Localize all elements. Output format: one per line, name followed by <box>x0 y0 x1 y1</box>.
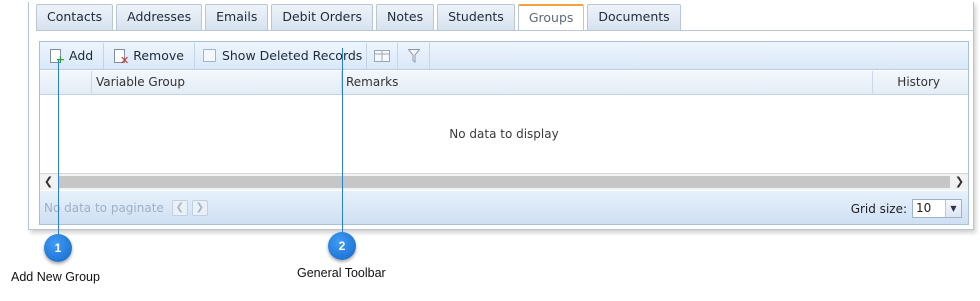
tab-documents[interactable]: Documents <box>587 4 681 30</box>
add-document-icon: + <box>48 48 65 65</box>
general-toolbar: + Add ✕ Remove Show Deleted Records <box>40 42 968 70</box>
column-header-history[interactable]: History <box>873 71 968 95</box>
grid-size-label: Grid size: <box>850 201 907 216</box>
dropdown-arrow-icon[interactable]: ▼ <box>945 200 961 217</box>
grid-size-control: Grid size: 10 ▼ <box>851 199 962 218</box>
callout-label-general-toolbar: General Toolbar <box>297 266 386 280</box>
grid-size-value: 10 <box>916 201 932 215</box>
add-button-label: Add <box>69 48 94 63</box>
show-deleted-records-toggle[interactable]: Show Deleted Records <box>195 43 366 69</box>
tab-strip: Contacts Addresses Emails Debit Orders N… <box>36 4 684 31</box>
tab-addresses[interactable]: Addresses <box>116 4 203 30</box>
filter-button[interactable] <box>398 42 431 69</box>
horizontal-scrollbar[interactable]: ❮ ❯ <box>40 173 968 190</box>
tab-students[interactable]: Students <box>437 4 515 30</box>
tab-contacts[interactable]: Contacts <box>36 4 114 30</box>
groups-grid-panel: + Add ✕ Remove Show Deleted Records Vari… <box>39 41 969 225</box>
add-button[interactable]: + Add <box>40 42 105 69</box>
callout-2-pointer-line <box>342 48 343 233</box>
column-chooser-icon <box>374 49 391 62</box>
grid-header: Variable Group Remarks History <box>40 71 968 95</box>
next-page-button[interactable]: ❯ <box>191 199 208 216</box>
column-header-remarks[interactable]: Remarks <box>342 71 873 95</box>
callout-1-pointer-line <box>58 60 59 235</box>
callout-badge-1: 1 <box>44 234 72 262</box>
show-deleted-checkbox[interactable] <box>202 49 216 62</box>
callout-label-add-new-group: Add New Group <box>11 270 100 284</box>
empty-grid-message: No data to display <box>449 127 559 141</box>
previous-page-button[interactable]: ❮ <box>171 199 188 216</box>
pager-bar: No data to paginate ❮ ❯ Grid size: 10 ▼ <box>40 191 968 224</box>
remove-button-label: Remove <box>133 48 184 63</box>
tab-emails[interactable]: Emails <box>205 4 269 30</box>
filter-icon <box>407 48 420 63</box>
tab-notes[interactable]: Notes <box>375 4 435 30</box>
chevron-left-icon: ❮ <box>175 202 184 213</box>
pager-status: No data to paginate <box>44 200 164 215</box>
remove-document-icon: ✕ <box>112 48 129 66</box>
chevron-right-icon: ❯ <box>195 202 204 213</box>
column-chooser-button[interactable] <box>366 42 399 69</box>
tab-groups[interactable]: Groups <box>517 4 585 31</box>
callout-badge-2: 2 <box>328 232 356 260</box>
column-header-variable-group[interactable]: Variable Group <box>92 71 342 95</box>
scroll-right-icon[interactable]: ❯ <box>951 174 968 191</box>
remove-button[interactable]: ✕ Remove <box>104 42 195 69</box>
grid-size-select[interactable]: 10 ▼ <box>912 199 962 218</box>
tab-debit-orders[interactable]: Debit Orders <box>271 4 373 30</box>
scroll-left-icon[interactable]: ❮ <box>40 174 57 191</box>
tab-divider <box>36 30 974 31</box>
scrollbar-thumb[interactable] <box>58 176 950 188</box>
header-spacer <box>40 71 92 95</box>
